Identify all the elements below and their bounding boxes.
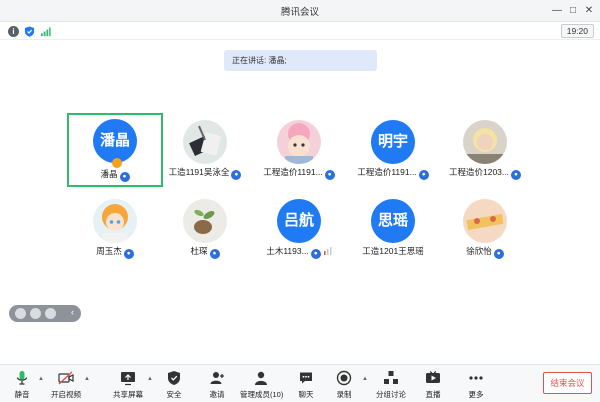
start-video-button[interactable]: 开启视频 [46,370,86,400]
host-badge-icon [112,158,122,168]
mute-button[interactable]: 静音 [10,370,34,400]
view-icon[interactable] [15,308,26,319]
security-button[interactable]: 安全 [162,370,186,400]
breakout-rooms-icon [384,371,398,384]
avatar [183,199,227,243]
share-screen-icon [121,372,135,386]
share-options-caret[interactable]: ▲ [147,376,153,382]
title-bar: 腾讯会议 — □ ✕ [0,0,600,22]
mic-icon: ● [123,249,134,259]
mic-icon: ● [209,249,220,259]
share-screen-button[interactable]: 共享屏幕 [110,370,146,400]
chat-icon [300,372,312,384]
status-bar: i 19:20 [0,23,600,40]
avatar [183,120,227,164]
audio-level-icon [323,247,332,255]
live-stream-button[interactable]: 直播 [421,370,445,400]
participant-name: 工程造价1203... [449,167,509,177]
participant-name: 徐欣怡 [466,246,492,256]
members-icon [255,371,267,385]
close-icon[interactable]: ✕ [581,3,597,19]
avatar [463,120,507,164]
record-options-caret[interactable]: ▲ [362,376,368,382]
participant-name: 杜琛 [190,246,208,256]
record-button[interactable]: 录制 [332,370,356,400]
participant-tile[interactable]: 潘晶 潘晶 ● [67,113,163,187]
speaking-indicator: 正在讲话: 潘晶; [224,50,377,71]
participant-name: 工造1201王思瑶 [362,246,424,256]
mic-icon: ● [324,170,335,180]
avatar: 思瑶 [371,199,415,243]
chat-button[interactable]: 聊天 [294,370,318,400]
security-shield-icon [168,371,180,385]
signal-icon[interactable] [40,26,51,37]
participant-tile[interactable]: 思瑶 工造1201王思瑶 [345,194,441,268]
invite-icon [210,372,224,384]
participant-name: 潘晶 [100,169,118,179]
participant-name: 工程造价1191... [357,167,417,177]
floating-mini-toolbar[interactable]: ‹ [9,305,81,322]
live-stream-icon [426,371,440,383]
window-title: 腾讯会议 [280,7,319,18]
mic-icon: ● [231,170,242,180]
participant-name: 工程造价1191... [263,167,323,177]
participant-tile[interactable]: 工程造价1203... ● [437,115,533,189]
more-dots-icon [469,376,483,380]
end-meeting-button[interactable]: 结束会议 [543,372,592,394]
minimize-icon[interactable]: — [549,3,565,19]
mic-icon: ● [418,170,429,180]
avatar [93,199,137,243]
avatar: 吕航 [277,199,321,243]
mic-icon: ● [493,249,504,259]
mic-icon: ● [511,170,521,180]
participant-tile[interactable]: 杜琛 ● [157,194,253,268]
participant-name: 土木1193... [266,246,309,256]
participant-tile[interactable]: 徐欣怡 ● [437,194,533,268]
chevron-left-icon[interactable]: ‹ [71,307,74,317]
microphone-icon [16,371,28,385]
breakout-rooms-button[interactable]: 分组讨论 [374,370,408,400]
mute-options-caret[interactable]: ▲ [38,376,44,382]
mic-icon: ● [119,172,130,182]
manage-members-button[interactable]: 管理成员(10) [240,370,283,400]
participant-name: 周玉杰 [96,246,122,256]
participant-tile[interactable]: 工造1191吴泳全 ● [157,115,253,189]
maximize-icon[interactable]: □ [565,3,581,19]
video-options-caret[interactable]: ▲ [84,376,90,382]
avatar [277,120,321,164]
info-icon[interactable]: i [8,26,19,37]
mic-mini-icon[interactable] [30,308,41,319]
meeting-toolbar: 静音 ▲ 开启视频 ▲ 共享屏幕 ▲ 安全 邀请 管理成员(10) 聊天 录制 … [0,364,600,402]
participant-tile[interactable]: 周玉杰 ● [67,194,163,268]
more-button[interactable]: 更多 [464,370,488,400]
mic-icon: ● [310,249,321,259]
shield-icon[interactable] [24,26,35,37]
record-icon [336,370,352,386]
camera-off-icon [58,371,74,385]
participant-tile[interactable]: 吕航 土木1193... ● [251,194,347,268]
participant-name: 工造1191吴泳全 [168,167,230,177]
meeting-clock: 19:20 [560,24,594,38]
invite-button[interactable]: 邀请 [205,370,229,400]
avatar: 明宇 [371,120,415,164]
avatar [463,199,507,243]
camera-mini-icon[interactable] [45,308,56,319]
participant-tile[interactable]: 工程造价1191... ● [251,115,347,189]
participant-tile[interactable]: 明宇 工程造价1191... ● [345,115,441,189]
avatar: 潘晶 [93,119,137,163]
